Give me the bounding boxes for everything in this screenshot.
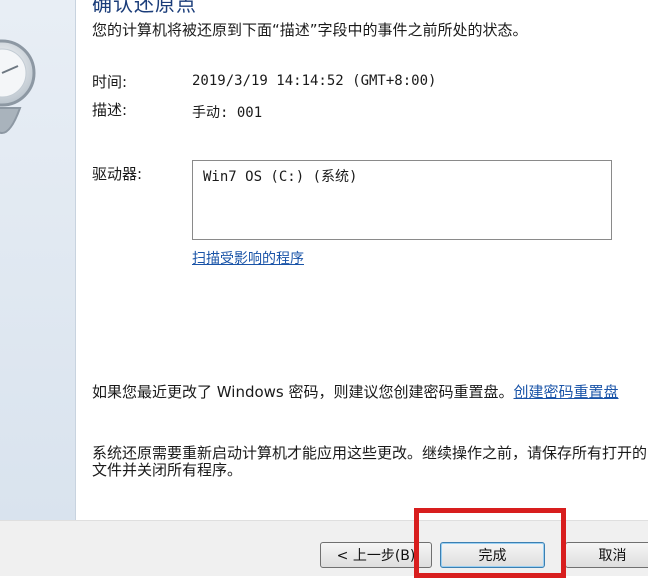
drive-item[interactable]: Win7 OS (C:) (系统) <box>203 166 601 186</box>
back-button[interactable]: < 上一步(B) <box>320 542 432 568</box>
drives-list[interactable]: Win7 OS (C:) (系统) <box>192 160 612 240</box>
dialog-content: 确认还原点 您的计算机将被还原到下面“描述”字段中的事件之前所处的状态。 时间:… <box>92 0 647 520</box>
drives-label: 驱动器: <box>92 165 143 183</box>
cancel-button[interactable]: 取消 <box>565 542 648 568</box>
description-label: 描述: <box>92 101 128 119</box>
scan-affected-programs-link[interactable]: 扫描受影响的程序 <box>192 248 304 268</box>
intro-text: 您的计算机将被还原到下面“描述”字段中的事件之前所处的状态。 <box>92 21 528 39</box>
button-bar: < 上一步(B) 完成 取消 <box>0 520 648 576</box>
create-reset-disk-link[interactable]: 创建密码重置盘 <box>514 383 619 401</box>
side-banner <box>0 0 76 520</box>
finish-button[interactable]: 完成 <box>440 542 545 568</box>
description-value: 手动: 001 <box>192 105 263 121</box>
password-note: 如果您最近更改了 Windows 密码，则建议您创建密码重置盘。创建密码重置盘 <box>92 384 647 401</box>
dialog-heading: 确认还原点 <box>92 0 197 16</box>
restart-note: 系统还原需要重新启动计算机才能应用这些更改。继续操作之前，请保存所有打开的文件并… <box>92 444 648 479</box>
time-value: 2019/3/19 14:14:52 (GMT+8:00) <box>192 73 437 89</box>
time-label: 时间: <box>92 73 128 91</box>
password-note-text: 如果您最近更改了 Windows 密码，则建议您创建密码重置盘。 <box>92 383 514 401</box>
system-restore-clock-icon <box>0 39 36 134</box>
